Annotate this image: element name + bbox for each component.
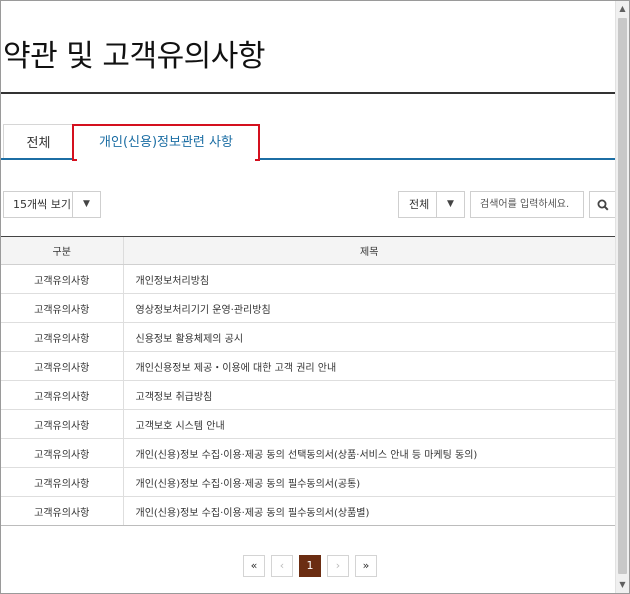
tab-personal-credit-info[interactable]: 개인(신용)정보관련 사항 [72,124,260,161]
page-number-current[interactable]: 1 [299,555,321,577]
table-row: 고객유의사항 영상정보처리기기 운영·관리방침 [1,293,615,323]
row-category: 고객유의사항 [1,438,123,468]
table-row: 고객유의사항 개인정보처리방침 [1,264,615,294]
scroll-up-arrow-icon[interactable]: ▲ [616,1,629,17]
scrollbar-thumb[interactable] [618,18,627,574]
page-content: 약관 및 고객유의사항 전체 개인(신용)정보관련 사항 15개씩 보기 ▼ 전… [1,1,615,593]
row-category: 고객유의사항 [1,264,123,294]
column-header-title: 제목 [122,236,615,265]
row-title-link[interactable]: 개인(신용)정보 수집·이용·제공 동의 필수동의서(상품별) [136,508,370,519]
row-title-link[interactable]: 고객보호 시스템 안내 [136,421,225,432]
page-size-select[interactable]: 15개씩 보기 ▼ [3,191,101,218]
page-title: 약관 및 고객유의사항 [3,39,265,74]
search-button[interactable] [589,191,615,218]
scroll-down-arrow-icon[interactable]: ▼ [616,577,629,593]
row-category: 고객유의사항 [1,467,123,497]
first-page-button[interactable]: « [243,555,265,577]
row-title-link[interactable]: 신용정보 활용체제의 공시 [136,334,244,345]
row-title-link[interactable]: 고객정보 취급방침 [136,392,213,403]
chevron-down-icon[interactable]: ▼ [436,192,464,217]
row-category: 고객유의사항 [1,293,123,323]
next-page-button[interactable]: › [327,555,349,577]
table-row: 고객유의사항 고객보호 시스템 안내 [1,409,615,439]
row-category: 고객유의사항 [1,322,123,352]
vertical-scrollbar[interactable]: ▲ ▼ [615,1,629,593]
table-header-row: 구분 제목 [1,236,615,265]
search-scope-select[interactable]: 전체 ▼ [398,191,465,218]
column-header-category: 구분 [1,236,123,265]
last-page-button[interactable]: » [355,555,377,577]
row-category: 고객유의사항 [1,351,123,381]
table-row: 고객유의사항 고객정보 취급방침 [1,380,615,410]
row-category: 고객유의사항 [1,409,123,439]
search-scope-value: 전체 [409,198,430,211]
row-title-link[interactable]: 영상정보처리기기 운영·관리방침 [136,305,271,316]
table-row: 고객유의사항 개인(신용)정보 수집·이용·제공 동의 필수동의서(상품별) [1,496,615,526]
search-icon [597,199,609,211]
table-row: 고객유의사항 개인(신용)정보 수집·이용·제공 동의 필수동의서(공통) [1,467,615,497]
row-category: 고객유의사항 [1,496,123,526]
table-row: 고객유의사항 신용정보 활용체제의 공시 [1,322,615,352]
chevron-down-icon[interactable]: ▼ [72,192,100,217]
page-size-value: 15개씩 보기 [13,198,71,211]
row-category: 고객유의사항 [1,380,123,410]
title-divider [1,92,615,94]
tab-all[interactable]: 전체 [3,124,73,160]
row-title-link[interactable]: 개인정보처리방침 [136,276,210,287]
table-row: 고객유의사항 개인(신용)정보 수집·이용·제공 동의 선택동의서(상품·서비스… [1,438,615,468]
table-row: 고객유의사항 개인신용정보 제공・이용에 대한 고객 권리 안내 [1,351,615,381]
search-input[interactable] [470,191,584,218]
prev-page-button[interactable]: ‹ [271,555,293,577]
tab-bar: 전체 개인(신용)정보관련 사항 [1,124,615,161]
row-title-link[interactable]: 개인신용정보 제공・이용에 대한 고객 권리 안내 [136,363,337,374]
row-title-link[interactable]: 개인(신용)정보 수집·이용·제공 동의 선택동의서(상품·서비스 안내 등 마… [136,450,478,461]
notice-table: 구분 제목 고객유의사항 개인정보처리방침 고객유의사항 영상정보처리기기 운영… [1,236,615,526]
row-title-link[interactable]: 개인(신용)정보 수집·이용·제공 동의 필수동의서(공통) [136,479,361,490]
